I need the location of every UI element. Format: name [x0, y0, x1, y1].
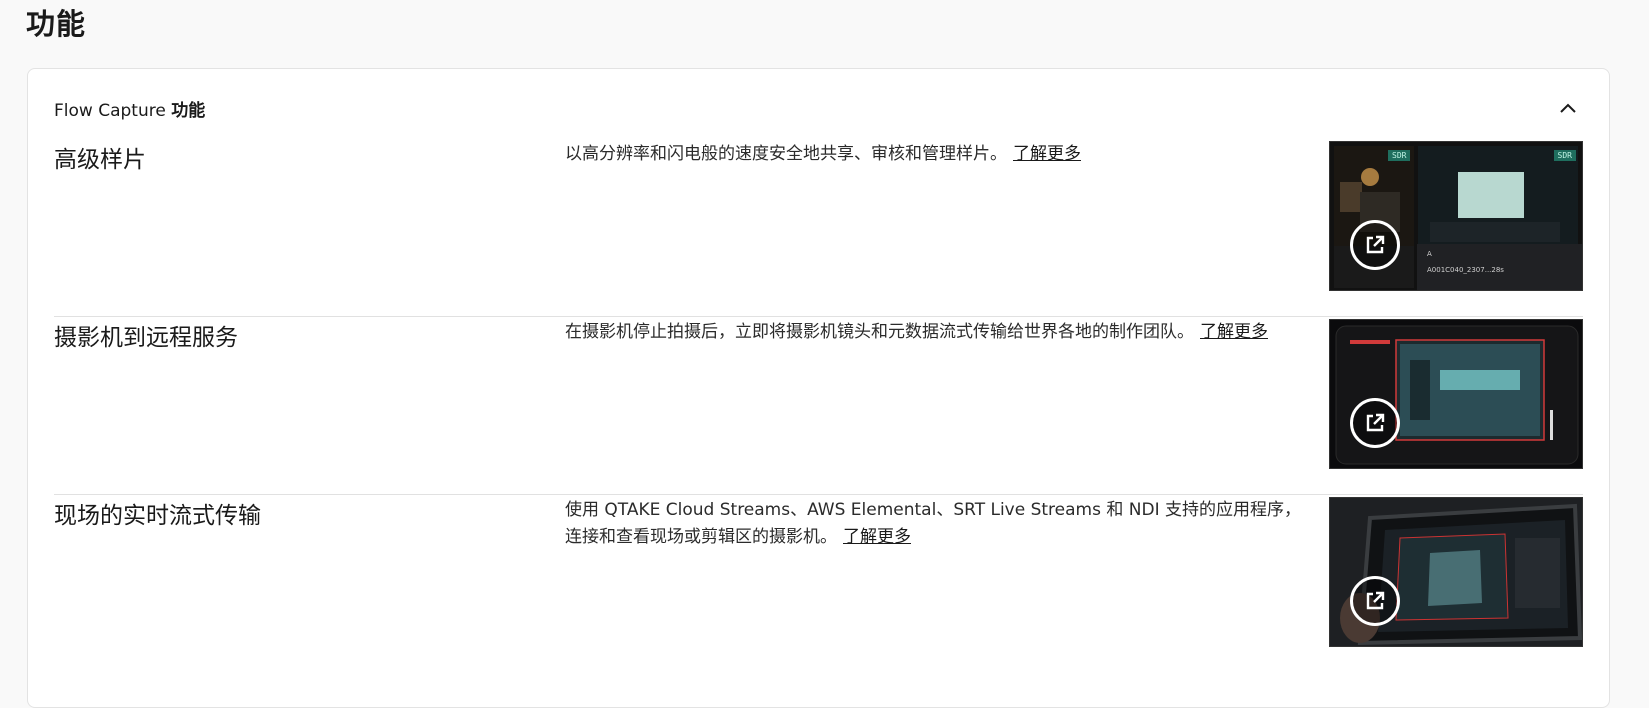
feature-name: 摄影机到远程服务 [54, 325, 238, 351]
section-title-bold: 功能 [171, 100, 206, 121]
feature-description-text: 在摄影机停止拍摄后，立即将摄影机镜头和元数据流式传输给世界各地的制作团队。 [565, 322, 1194, 342]
feature-row-live-streaming: 现场的实时流式传输 使用 QTAKE Cloud Streams、AWS Ele… [54, 497, 1583, 673]
page-title: 功能 [26, 7, 87, 41]
feature-row-camera-to-cloud: 摄影机到远程服务 在摄影机停止拍摄后，立即将摄影机镜头和元数据流式传输给世界各地… [54, 319, 1583, 495]
feature-thumbnail[interactable] [1329, 319, 1583, 469]
feature-description-text: 以高分辨率和闪电般的速度安全地共享、审核和管理样片。 [565, 144, 1007, 164]
clip-name: A001C040_2307...28s [1427, 266, 1504, 274]
feature-description: 使用 QTAKE Cloud Streams、AWS Elemental、SRT… [565, 497, 1305, 551]
feature-description: 以高分辨率和闪电般的速度安全地共享、审核和管理样片。 了解更多 [565, 141, 1365, 168]
external-link-icon[interactable] [1350, 398, 1400, 448]
feature-description-text: 使用 QTAKE Cloud Streams、AWS Elemental、SRT… [565, 500, 1301, 547]
feature-row-advanced-dailies: 高级样片 以高分辨率和闪电般的速度安全地共享、审核和管理样片。 了解更多 SDR … [54, 141, 1583, 317]
external-link-icon[interactable] [1350, 576, 1400, 626]
clip-label: A A001C040_2307...28s [1417, 244, 1582, 290]
clip-letter: A [1427, 250, 1432, 258]
feature-thumbnail[interactable]: SDR SDR A A001C040_2307...28s [1329, 141, 1583, 291]
learn-more-link[interactable]: 了解更多 [1013, 144, 1081, 164]
section-title: Flow Capture 功能 [54, 96, 205, 121]
section-title-prefix: Flow Capture [54, 100, 172, 121]
sdr-badge: SDR [1553, 150, 1576, 161]
features-card: Flow Capture 功能 高级样片 以高分辨率和闪电般的速度安全地共享、审… [27, 68, 1610, 708]
external-link-icon[interactable] [1350, 220, 1400, 270]
feature-thumbnail[interactable] [1329, 497, 1583, 647]
feature-description: 在摄影机停止拍摄后，立即将摄影机镜头和元数据流式传输给世界各地的制作团队。 了解更… [565, 319, 1365, 346]
feature-name: 现场的实时流式传输 [54, 503, 261, 529]
sdr-badge: SDR [1388, 150, 1411, 161]
section-header[interactable]: Flow Capture 功能 [54, 93, 1583, 123]
feature-name: 高级样片 [54, 147, 146, 173]
learn-more-link[interactable]: 了解更多 [843, 527, 911, 547]
learn-more-link[interactable]: 了解更多 [1200, 322, 1268, 342]
chevron-up-icon[interactable] [1553, 93, 1583, 123]
